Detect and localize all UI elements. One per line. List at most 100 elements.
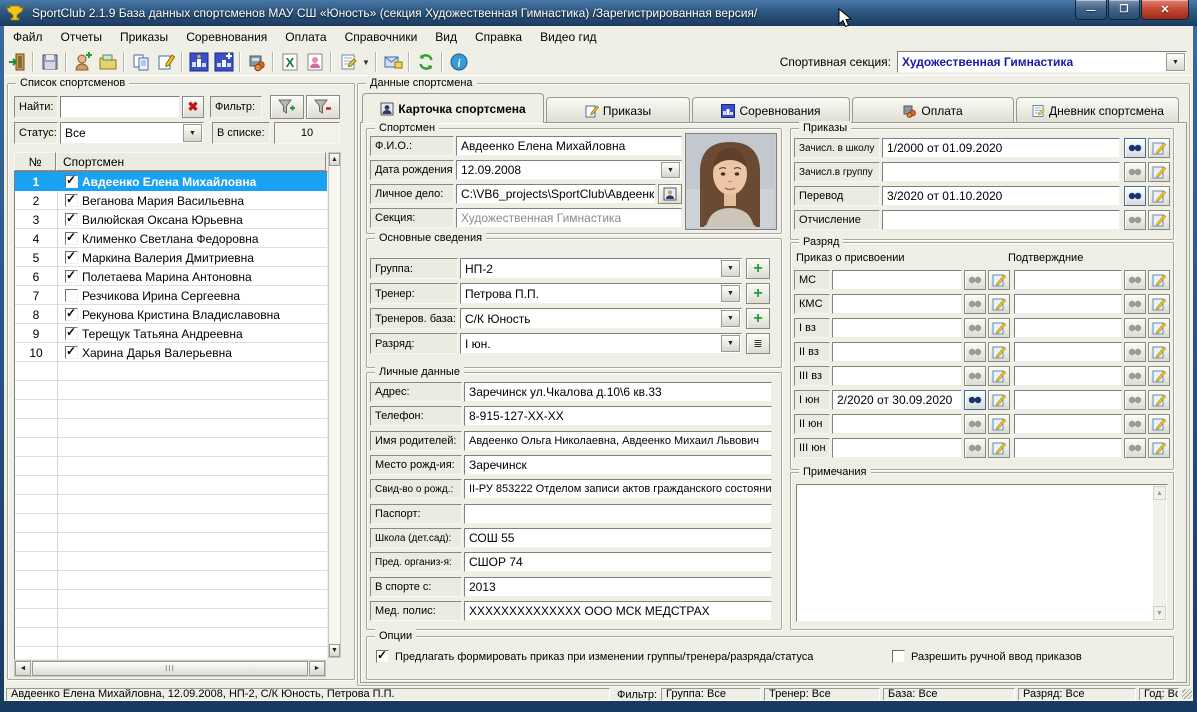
- fio-input[interactable]: Авдеенко Елена Михайловна: [456, 136, 682, 156]
- chevron-down-icon[interactable]: ▼: [721, 335, 740, 352]
- tab-payment[interactable]: Оплата: [852, 97, 1014, 123]
- table-row[interactable]: 2 Веганова Мария Васильевна: [15, 191, 327, 210]
- titlebar[interactable]: SportClub 2.1.9 База данных спортсменов …: [0, 0, 1197, 26]
- scroll-right-arrow-icon[interactable]: ►: [309, 661, 325, 676]
- menu-payment[interactable]: Оплата: [276, 27, 335, 48]
- athlete-checkbox[interactable]: [65, 289, 78, 302]
- edit-confirm-order-button[interactable]: [1148, 366, 1170, 386]
- athlete-checkbox[interactable]: [65, 327, 78, 340]
- enroll-group-input[interactable]: [882, 162, 1120, 182]
- exit-icon[interactable]: [4, 50, 29, 74]
- search-input[interactable]: [60, 96, 180, 118]
- sport-section-combobox[interactable]: Художественная Гимнастика ▼: [897, 51, 1187, 73]
- training-base-combobox[interactable]: С/К Юность ▼: [460, 308, 742, 329]
- horizontal-scrollbar[interactable]: ◄ III ►: [14, 660, 326, 677]
- edit-rank-order-button[interactable]: [988, 294, 1010, 314]
- edit-rank-order-button[interactable]: [988, 438, 1010, 458]
- table-row[interactable]: 7 Резчикова Ирина Сергеевна: [15, 286, 327, 305]
- birthplace-input[interactable]: Заречинск: [464, 455, 772, 475]
- competitions-add-icon[interactable]: [211, 50, 236, 74]
- edit-confirm-order-button[interactable]: [1148, 390, 1170, 410]
- scroll-up-arrow-icon[interactable]: ▲: [1153, 486, 1166, 500]
- athlete-card-icon[interactable]: [302, 50, 327, 74]
- edit-rank-order-button[interactable]: [988, 366, 1010, 386]
- open-personal-file-button[interactable]: [658, 184, 682, 204]
- rank-combobox[interactable]: I юн. ▼: [460, 333, 742, 354]
- add-group-button[interactable]: +: [746, 258, 770, 279]
- chevron-down-icon[interactable]: ▼: [721, 310, 740, 327]
- view-order-button[interactable]: [1124, 186, 1146, 206]
- view-order-button[interactable]: [1124, 210, 1146, 230]
- athlete-checkbox[interactable]: [65, 346, 78, 359]
- close-button[interactable]: [1141, 0, 1189, 20]
- vertical-scrollbar[interactable]: ▲ ▼: [328, 152, 341, 658]
- in-sport-since-input[interactable]: 2013: [464, 577, 772, 597]
- chevron-down-icon[interactable]: ▼: [721, 285, 740, 302]
- copy-icon[interactable]: [128, 50, 153, 74]
- chevron-down-icon[interactable]: ▼: [1166, 53, 1185, 71]
- view-rank-order-button[interactable]: [964, 390, 986, 410]
- archive-icon[interactable]: [95, 50, 120, 74]
- edit-rank-order-button[interactable]: [988, 390, 1010, 410]
- rank-assign-input[interactable]: [832, 342, 962, 362]
- suggest-order-checkbox[interactable]: [376, 650, 389, 663]
- rank-confirm-input[interactable]: [1014, 318, 1122, 338]
- refresh-icon[interactable]: [413, 50, 438, 74]
- rank-assign-input[interactable]: [832, 294, 962, 314]
- rank-confirm-input[interactable]: [1014, 438, 1122, 458]
- view-confirm-order-button[interactable]: [1124, 342, 1146, 362]
- notes-scrollbar[interactable]: ▲ ▼: [1153, 486, 1166, 620]
- chevron-down-icon[interactable]: ▼: [183, 124, 202, 142]
- athlete-checkbox[interactable]: [65, 232, 78, 245]
- rank-confirm-input[interactable]: [1014, 342, 1122, 362]
- edit-order-button[interactable]: [1148, 162, 1170, 182]
- rank-assign-input[interactable]: [832, 318, 962, 338]
- rank-assign-input[interactable]: [832, 414, 962, 434]
- table-row[interactable]: 10 Харина Дарья Валерьевна: [15, 343, 327, 362]
- birth-certificate-input[interactable]: II-РУ 853222 Отделом записи актов гражда…: [464, 479, 772, 499]
- menu-orders[interactable]: Приказы: [111, 27, 177, 48]
- rank-assign-input[interactable]: [832, 366, 962, 386]
- rank-confirm-input[interactable]: [1014, 390, 1122, 410]
- add-athlete-icon[interactable]: [70, 50, 95, 74]
- manual-orders-checkbox[interactable]: [892, 650, 905, 663]
- school-input[interactable]: СОШ 55: [464, 528, 772, 548]
- chevron-down-icon[interactable]: ▼: [721, 260, 740, 277]
- view-confirm-order-button[interactable]: [1124, 318, 1146, 338]
- edit-icon[interactable]: [153, 50, 178, 74]
- athlete-checkbox[interactable]: [65, 270, 78, 283]
- view-rank-order-button[interactable]: [964, 270, 986, 290]
- scrollbar-thumb[interactable]: III: [32, 661, 308, 676]
- table-row[interactable]: 4 Клименко Светлана Федоровна: [15, 229, 327, 248]
- passport-input[interactable]: [464, 504, 772, 524]
- table-row[interactable]: 8 Рекунова Кристина Владиславовна: [15, 305, 327, 324]
- medical-policy-input[interactable]: XXXXXXXXXXXXXX ООО МСК МЕДСТРАХ: [464, 601, 772, 621]
- enroll-school-input[interactable]: 1/2000 от 01.09.2020: [882, 138, 1120, 158]
- table-row[interactable]: 3 Вилюйская Оксана Юрьевна: [15, 210, 327, 229]
- expel-input[interactable]: [882, 210, 1120, 230]
- edit-order-button[interactable]: [1148, 186, 1170, 206]
- notes-dropdown-arrow-icon[interactable]: ▼: [360, 50, 372, 74]
- edit-rank-order-button[interactable]: [988, 318, 1010, 338]
- filter-add-button[interactable]: [270, 95, 304, 119]
- athlete-checkbox[interactable]: [65, 251, 78, 264]
- menu-references[interactable]: Справочники: [336, 27, 427, 48]
- scroll-down-arrow-icon[interactable]: ▼: [329, 644, 340, 657]
- edit-confirm-order-button[interactable]: [1148, 318, 1170, 338]
- rank-assign-input[interactable]: [832, 438, 962, 458]
- rank-history-button[interactable]: ≣: [746, 333, 770, 354]
- table-row[interactable]: 1 Авдеенко Елена Михайловна: [15, 172, 327, 191]
- add-base-button[interactable]: +: [746, 308, 770, 329]
- notes-icon[interactable]: [335, 50, 360, 74]
- edit-confirm-order-button[interactable]: [1148, 414, 1170, 434]
- tab-athlete-card[interactable]: Карточка спортсмена: [362, 93, 544, 123]
- view-rank-order-button[interactable]: [964, 318, 986, 338]
- edit-confirm-order-button[interactable]: [1148, 438, 1170, 458]
- view-rank-order-button[interactable]: [964, 342, 986, 362]
- scroll-down-arrow-icon[interactable]: ▼: [1153, 606, 1166, 620]
- chevron-down-icon[interactable]: ▼: [661, 162, 680, 178]
- parents-input[interactable]: Авдеенко Ольга Николаевна, Авдеенко Миха…: [464, 431, 772, 451]
- transfer-input[interactable]: 3/2020 от 01.10.2020: [882, 186, 1120, 206]
- view-order-button[interactable]: [1124, 162, 1146, 182]
- athlete-checkbox[interactable]: [65, 175, 78, 188]
